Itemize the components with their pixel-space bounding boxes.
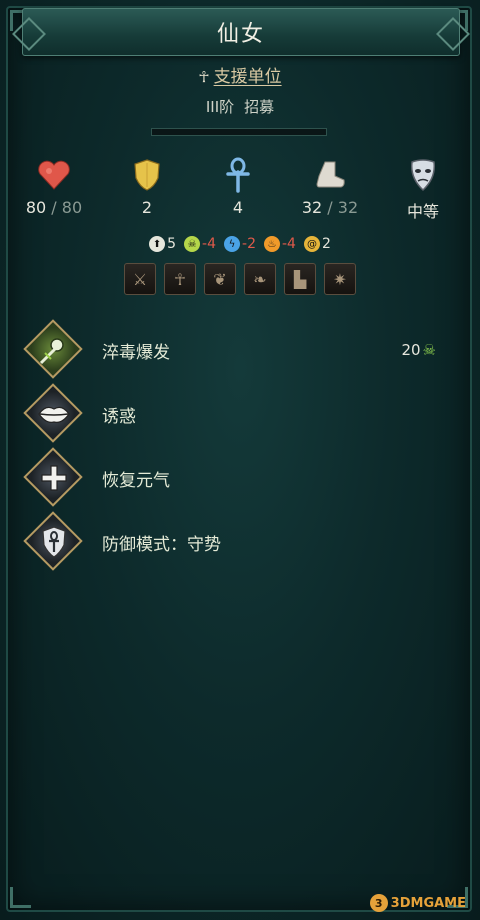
support-value: 4: [232, 198, 244, 217]
boot-icon[interactable]: ▙: [284, 263, 316, 295]
ability-poison-burst[interactable]: 淬毒爆发 20 ☠: [23, 318, 454, 382]
stat-defense[interactable]: 2: [107, 158, 187, 217]
experience-bar: [151, 128, 327, 136]
ankh-icon[interactable]: ☥: [164, 263, 196, 295]
resist-spirit[interactable]: @ 2: [303, 236, 331, 252]
resist-fire[interactable]: ♨ -4: [263, 236, 296, 252]
resist-value: -4: [202, 236, 217, 252]
hp-max: / 80: [51, 198, 83, 217]
resist-lightning[interactable]: ϟ -2: [224, 236, 256, 252]
ability-seduce[interactable]: 诱惑: [23, 382, 454, 446]
physical-shield-icon: ⬆: [149, 236, 166, 252]
ankh-icon: [198, 157, 278, 193]
sun-burst-icon[interactable]: ✷: [324, 263, 356, 295]
stats-row: 80 / 80 2 4 32 / 32 中等: [0, 157, 480, 222]
mask-icon: [383, 158, 463, 192]
crossed-weapons-icon[interactable]: ⚔: [124, 263, 156, 295]
title-bar: 仙女: [12, 8, 470, 56]
defense-value: 2: [141, 198, 153, 217]
poison-burst-icon: [23, 319, 84, 380]
unit-type-link[interactable]: 支援单位: [214, 67, 282, 87]
stat-support[interactable]: 4: [198, 157, 278, 217]
fire-icon: ♨: [263, 236, 280, 252]
fairy-wings-icon[interactable]: ❦: [204, 263, 236, 295]
ability-restore[interactable]: 恢复元气: [23, 446, 454, 510]
move-current: 32: [301, 198, 323, 217]
resist-blight[interactable]: ☠ -4: [184, 236, 216, 252]
tier-line: III阶 招募: [0, 96, 480, 117]
frame-corner: [10, 887, 31, 908]
recruit-label: 招募: [244, 98, 275, 116]
leaf-icon[interactable]: ❧: [244, 263, 276, 295]
spirit-spiral-icon: @: [303, 236, 320, 252]
resist-value: -4: [281, 236, 296, 252]
3dm-logo-icon: 3: [369, 894, 388, 912]
blight-skull-icon: ☠: [184, 236, 201, 252]
unit-name: 仙女: [216, 22, 265, 47]
stat-hp[interactable]: 80 / 80: [14, 158, 94, 217]
abilities-list: 淬毒爆发 20 ☠ 诱惑 恢复元气 防御模式：守势: [23, 318, 454, 574]
unit-type-line[interactable]: ☥ 支援单位: [0, 62, 480, 87]
morale-value: 中等: [406, 202, 439, 221]
tier-label: III阶: [205, 98, 235, 116]
move-max: / 32: [327, 198, 359, 217]
ankh-icon: ☥: [198, 68, 210, 86]
boot-icon: [290, 158, 370, 192]
shield-icon: [107, 158, 187, 192]
resist-physical[interactable]: ⬆ 5: [149, 236, 176, 252]
resist-value: -2: [242, 236, 256, 252]
ankh-shield-icon: [23, 511, 84, 572]
traits-row: ⚔ ☥ ❦ ❧ ▙ ✷: [0, 263, 480, 295]
ability-name: 诱惑: [102, 406, 136, 427]
ability-name: 淬毒爆发: [102, 342, 170, 363]
lips-icon: [23, 383, 84, 444]
stat-morale[interactable]: 中等: [383, 158, 463, 222]
green-skull-icon: ☠: [422, 341, 436, 359]
resistances-row: ⬆ 5 ☠ -4 ϟ -2 ♨ -4 @ 2: [0, 236, 480, 252]
ability-cost: 20 ☠: [401, 341, 436, 359]
hp-current: 80: [25, 198, 47, 217]
cost-value: 20: [401, 341, 421, 359]
heart-icon: [14, 158, 94, 192]
watermark: 3 3DMGAME: [369, 894, 466, 912]
ability-name: 防御模式：守势: [102, 534, 221, 555]
ability-defense-mode[interactable]: 防御模式：守势: [23, 510, 454, 574]
watermark-text: 3DMGAME: [390, 895, 466, 911]
restore-icon: [23, 447, 84, 508]
lightning-icon: ϟ: [224, 236, 241, 252]
ability-name: 恢复元气: [102, 470, 170, 491]
stat-movement[interactable]: 32 / 32: [290, 158, 370, 217]
resist-value: 5: [167, 236, 177, 252]
resist-value: 2: [321, 236, 331, 252]
